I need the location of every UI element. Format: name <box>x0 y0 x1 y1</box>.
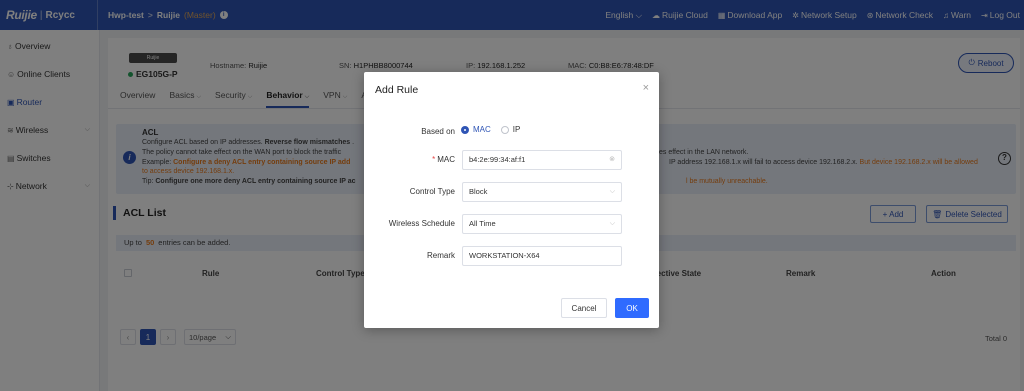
mac-input[interactable]: b4:2e:99:34:af:f1 ⊗ <box>462 150 622 170</box>
dialog-title: Add Rule <box>375 84 419 96</box>
radio-circle <box>500 125 509 134</box>
remark-label: Remark <box>426 251 455 260</box>
mac-input-value: b4:2e:99:34:af:f1 <box>469 155 526 164</box>
radio-label: IP <box>512 125 521 134</box>
chevron-down-icon: ⌵ <box>609 188 615 195</box>
close-icon[interactable]: × <box>643 82 649 94</box>
mac-label: * MAC <box>432 155 455 164</box>
control-type-value: Block <box>469 187 488 196</box>
cancel-button[interactable]: Cancel <box>561 298 607 318</box>
radio-mac[interactable]: MAC <box>461 125 491 134</box>
wireless-schedule-select[interactable]: All Time ⌵ <box>462 214 622 234</box>
remark-row: Remark WORKSTATION-X64 <box>364 246 659 266</box>
based-on-row: Based on MAC IP <box>364 122 659 142</box>
required-mark: * <box>432 155 436 164</box>
add-rule-dialog: Add Rule × Based on MAC IP * MAC b4:2e:99:… <box>364 72 659 328</box>
radio-circle <box>461 125 469 134</box>
control-type-label: Control Type <box>409 187 455 196</box>
wireless-schedule-label: Wireless Schedule <box>388 219 455 228</box>
chevron-down-icon: ⌵ <box>609 220 615 227</box>
clear-icon[interactable]: ⊗ <box>609 151 615 169</box>
wireless-schedule-value: All Time <box>469 219 496 228</box>
control-type-row: Control Type Block ⌵ <box>364 182 659 202</box>
remark-input[interactable]: WORKSTATION-X64 <box>462 246 622 266</box>
radio-label: MAC <box>473 125 491 134</box>
based-on-label: Based on <box>421 127 455 136</box>
ok-button[interactable]: OK <box>615 298 649 318</box>
radio-ip[interactable]: IP <box>500 125 521 134</box>
based-on-radio-group: MAC IP <box>461 125 520 134</box>
wireless-schedule-row: Wireless Schedule All Time ⌵ <box>364 214 659 234</box>
mac-label-text: MAC <box>437 155 455 164</box>
mac-row: * MAC b4:2e:99:34:af:f1 ⊗ <box>364 150 659 170</box>
control-type-select[interactable]: Block ⌵ <box>462 182 622 202</box>
